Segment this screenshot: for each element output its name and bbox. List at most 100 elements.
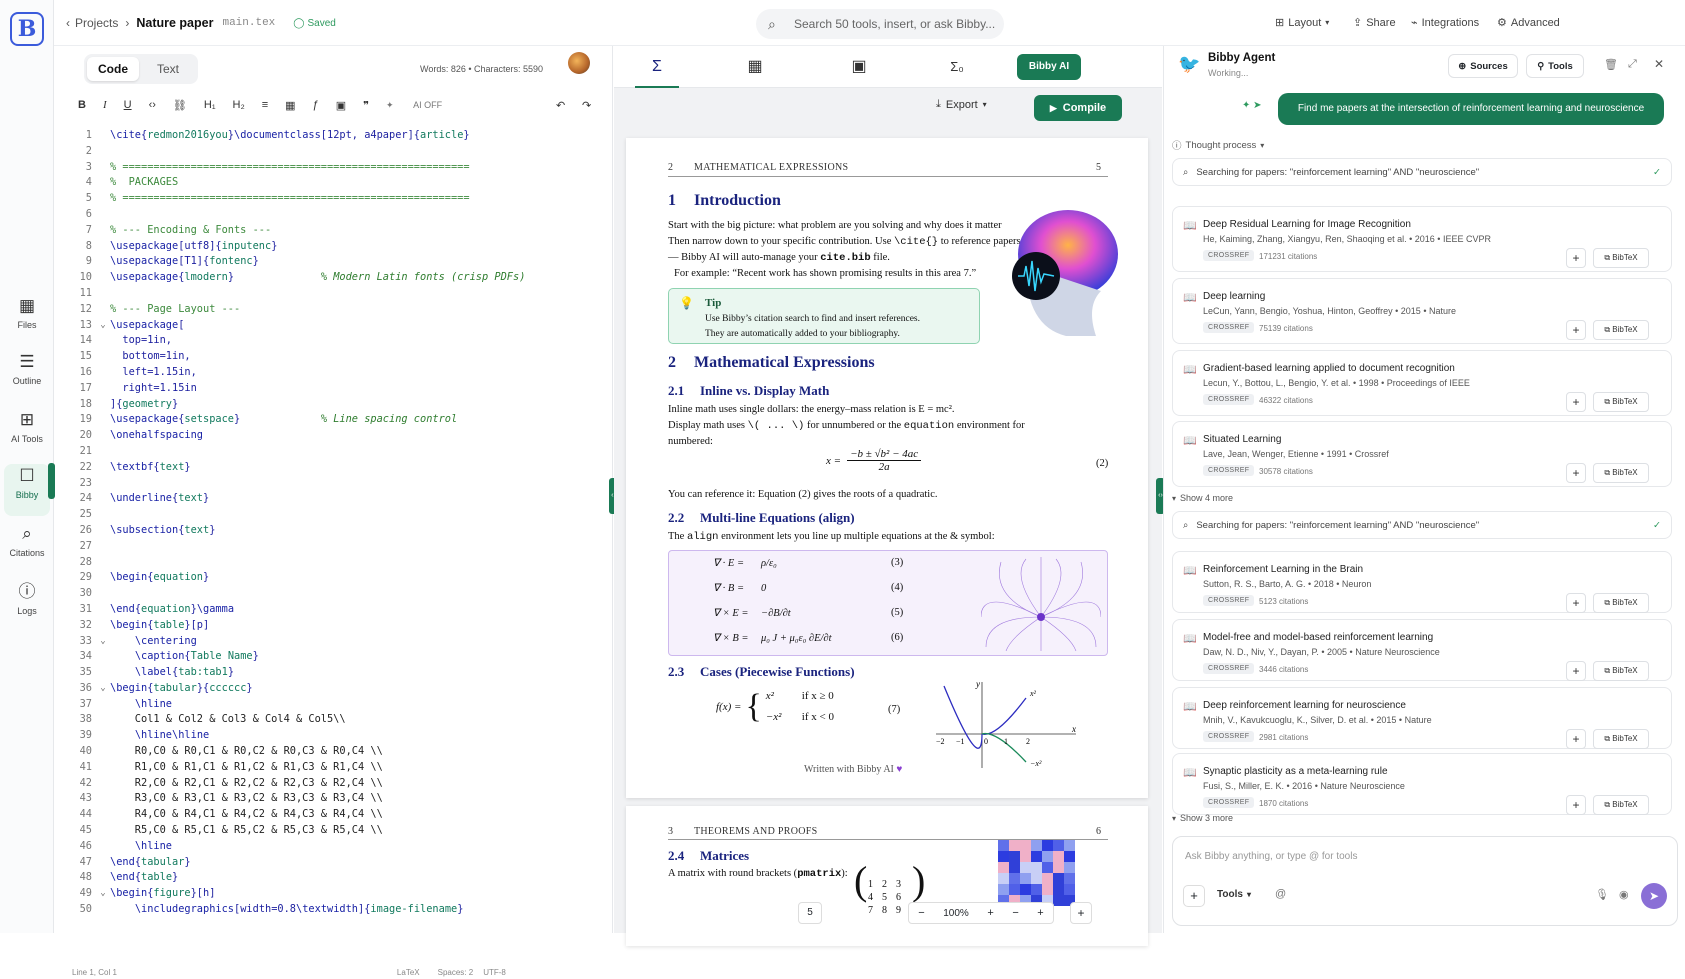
code-line[interactable]: 20 \onehalfspacing [54, 428, 613, 444]
trash-icon[interactable]: 🗑 [1604, 58, 1618, 71]
code-line[interactable]: 32 \begin{table}[p] [54, 618, 613, 634]
code-line[interactable]: 25 [54, 507, 613, 523]
code-line[interactable]: 24 \underline{text} [54, 491, 613, 507]
code-line[interactable]: 5 % =====================================… [54, 191, 613, 207]
code-line[interactable]: 31 \end{equation}\gamma [54, 602, 613, 618]
code-line[interactable]: 39 \hline\hline [54, 728, 613, 744]
paper-title[interactable]: Situated Learning [1203, 434, 1281, 445]
code-line[interactable]: 26 \subsection{text} [54, 523, 613, 539]
paper-card[interactable]: 📖 Gradient-based learning applied to docu… [1172, 350, 1672, 416]
code-line[interactable]: 13 ⌄ \usepackage[ [54, 318, 613, 334]
avatar[interactable] [568, 52, 590, 74]
paper-title[interactable]: Deep reinforcement learning for neurosci… [1203, 700, 1406, 711]
code-line[interactable]: 27 [54, 539, 613, 555]
advanced-button[interactable]: ⚙ Advanced [1497, 16, 1560, 30]
code-line[interactable]: 2 [54, 144, 613, 160]
code-line[interactable]: 18]{geometry} [54, 397, 613, 413]
bibtex-button[interactable]: ⧉ BibTeX [1593, 661, 1649, 681]
code-line[interactable]: 40 R0,C0 & R0,C1 & R0,C2 & R0,C3 & R0,C4… [54, 744, 613, 760]
paper-card[interactable]: 📖 Model-free and model-based reinforcemen… [1172, 619, 1672, 681]
share-button[interactable]: ⇪ Share [1353, 16, 1396, 30]
formula-tool-icon[interactable]: Σ₀ [935, 46, 979, 88]
code-line[interactable]: 34 \caption{Table Name} [54, 649, 613, 665]
bibtex-button[interactable]: ⧉ BibTeX [1593, 593, 1649, 613]
add-citation-button[interactable]: + [1566, 661, 1586, 681]
code-line[interactable]: 1 \cite{redmon2016you}\documentclass[12pt… [54, 128, 613, 144]
code-line[interactable]: 41 R1,C0 & R1,C1 & R1,C2 & R1,C3 & R1,C4… [54, 760, 613, 776]
chevron-left-icon[interactable]: ‹ [66, 16, 70, 30]
fold-icon[interactable]: ⌄ [96, 886, 110, 902]
page-number-input[interactable]: 5 [798, 902, 822, 924]
layout-menu[interactable]: ⊞ Layout ▾ [1275, 16, 1329, 30]
show-more-toggle[interactable]: ▾ Show 4 more [1172, 493, 1233, 503]
code-line[interactable]: 8 \usepackage[utf8]{inputenc} [54, 239, 613, 255]
add-icon[interactable]: + [1070, 902, 1092, 924]
global-search-input[interactable]: ⌕ Search 50 tools, insert, or ask Bibby.… [756, 9, 1004, 39]
tools-button[interactable]: ⚲ Tools [1526, 54, 1584, 78]
code-line[interactable]: 6 [54, 207, 613, 223]
bibtex-button[interactable]: ⧉ BibTeX [1593, 392, 1649, 412]
expand-icon[interactable]: ⤢ [1628, 58, 1637, 71]
add-citation-button[interactable]: + [1566, 729, 1586, 749]
sidebar-item-logs[interactable]: ⓘ Logs [4, 580, 50, 632]
code-line[interactable]: 33 ⌄ \centering [54, 634, 613, 650]
sidebar-item-files[interactable]: ▦ Files [4, 294, 50, 346]
paper-card[interactable]: 📖 Deep learning LeCun, Yann, Bengio, Yoshu… [1172, 278, 1672, 344]
export-button[interactable]: ⤓ Export ▾ [936, 98, 987, 111]
plus-icon[interactable]: + [1037, 907, 1043, 919]
code-line[interactable]: 43 R3,C0 & R3,C1 & R3,C2 & R3,C3 & R3,C4… [54, 791, 613, 807]
project-title[interactable]: Nature paper [136, 16, 213, 30]
code-line[interactable]: 50 \includegraphics[width=0.8\textwidth]… [54, 902, 613, 918]
integrations-button[interactable]: ⌁ Integrations [1411, 16, 1479, 30]
italic-icon[interactable]: I [103, 99, 107, 111]
fold-icon[interactable]: ⌄ [96, 681, 110, 697]
code-line[interactable]: 49 ⌄ \begin{figure}[h] [54, 886, 613, 902]
code-line[interactable]: 12 % --- Page Layout --- [54, 302, 613, 318]
bibtex-button[interactable]: ⧉ BibTeX [1593, 463, 1649, 483]
bibtex-button[interactable]: ⧉ BibTeX [1593, 795, 1649, 815]
paper-card[interactable]: 📖 Synaptic plasticity as a meta-learning … [1172, 753, 1672, 815]
code-icon[interactable]: ‹› [149, 99, 156, 111]
heading2-icon[interactable]: H₂ [233, 99, 245, 111]
image-icon[interactable]: ▣ [336, 99, 346, 112]
sigma-icon[interactable]: Σ [635, 46, 679, 88]
sidebar-item-ai-tools[interactable]: ⊞ AI Tools [4, 408, 50, 460]
paper-title[interactable]: Deep learning [1203, 291, 1265, 302]
code-line[interactable]: 23 [54, 476, 613, 492]
code-line[interactable]: 9 \usepackage[T1]{fontenc} [54, 254, 613, 270]
sources-button[interactable]: ⊕ Sources [1448, 54, 1518, 78]
bold-icon[interactable]: B [78, 99, 86, 111]
code-line[interactable]: 19 \usepackage{setspace} % Line spacing c… [54, 412, 613, 428]
code-line[interactable]: 15 bottom=1in, [54, 349, 613, 365]
code-line[interactable]: 38 Col1 & Col2 & Col3 & Col4 & Col5\\ [54, 712, 613, 728]
add-citation-button[interactable]: + [1566, 392, 1586, 412]
send-icon[interactable]: ➤ [1641, 883, 1667, 909]
add-citation-button[interactable]: + [1566, 463, 1586, 483]
code-line[interactable]: 3 % =====================================… [54, 160, 613, 176]
app-logo[interactable]: B [10, 12, 44, 46]
code-line[interactable]: 36 ⌄ \begin{tabular}{cccccc} [54, 681, 613, 697]
add-citation-button[interactable]: + [1566, 248, 1586, 268]
add-citation-button[interactable]: + [1566, 320, 1586, 340]
attach-plus-button[interactable]: + [1183, 885, 1205, 907]
mic-icon[interactable]: 🎙 [1595, 888, 1609, 901]
add-citation-button[interactable]: + [1566, 795, 1586, 815]
code-line[interactable]: 17 right=1.15in [54, 381, 613, 397]
list-icon[interactable]: ≡ [262, 99, 268, 111]
compile-button[interactable]: ▶ Compile [1034, 95, 1122, 121]
code-line[interactable]: 45 R5,C0 & R5,C1 & R5,C2 & R5,C3 & R5,C4… [54, 823, 613, 839]
undo-icon[interactable]: ↶ [556, 99, 565, 112]
paper-card[interactable]: 📖 Deep reinforcement learning for neurosc… [1172, 687, 1672, 749]
fold-icon[interactable]: ⌄ [96, 318, 110, 334]
code-line[interactable]: 16 left=1.15in, [54, 365, 613, 381]
quote-icon[interactable]: ❞ [363, 99, 369, 112]
sidebar-item-bibby[interactable]: ☐ Bibby [4, 464, 50, 516]
zoom-level[interactable]: 100% [943, 908, 969, 919]
tab-code[interactable]: Code [87, 57, 139, 81]
code-line[interactable]: 21 [54, 444, 613, 460]
code-line[interactable]: 37 \hline [54, 697, 613, 713]
zoom-out-icon[interactable]: − [918, 907, 924, 919]
code-line[interactable]: 48 \end{table} [54, 870, 613, 886]
code-line[interactable]: 14 top=1in, [54, 333, 613, 349]
image-tool-icon[interactable]: ▣ [837, 46, 881, 88]
